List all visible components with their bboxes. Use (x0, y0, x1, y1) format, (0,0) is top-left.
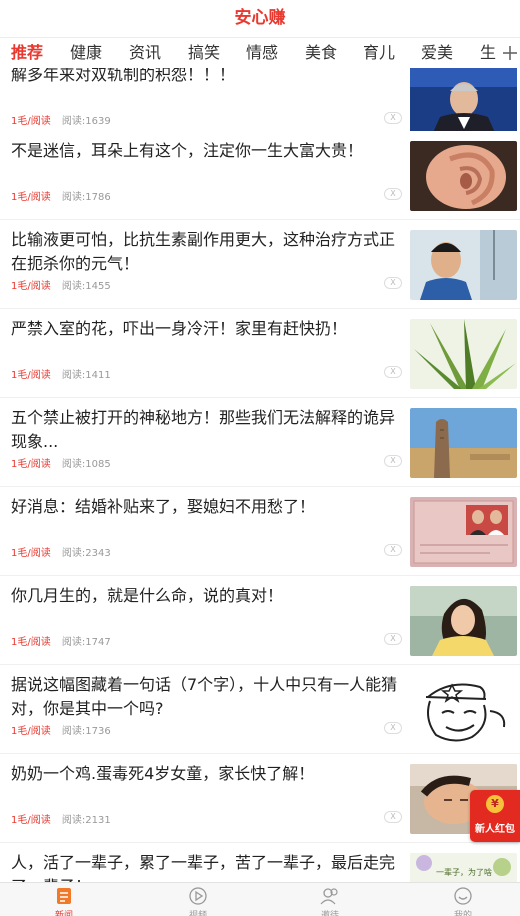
app-title: 安心赚 (234, 8, 286, 28)
plus-icon (503, 46, 517, 60)
news-thumbnail[interactable] (410, 319, 517, 389)
read-count: 阅读:2131 (61, 815, 111, 826)
dismiss-button[interactable]: X (384, 188, 402, 200)
tab-parenting[interactable]: 育儿 (363, 41, 395, 65)
tab-emotion[interactable]: 情感 (246, 41, 278, 65)
news-item[interactable]: 比输液更可怕，比抗生素副作用更大，这种治疗方式正在扼杀你的元气！ 1毛/阅读 阅… (0, 220, 520, 309)
news-headline: 不是迷信，耳朵上有这个，注定你一生大富大贵！ (11, 141, 364, 160)
read-count: 阅读:2343 (61, 548, 111, 559)
read-count: 阅读:1455 (61, 281, 111, 292)
news-thumbnail[interactable] (410, 497, 517, 567)
new-user-red-packet[interactable]: ¥ 新人红包 (470, 790, 520, 842)
news-meta: 1毛/阅读 阅读:1747 (11, 633, 111, 648)
news-meta: 1毛/阅读 阅读:1736 (11, 722, 111, 737)
tab-life[interactable]: 生 (480, 41, 496, 65)
dismiss-button[interactable]: X (384, 633, 402, 645)
read-count: 阅读:1786 (61, 192, 111, 203)
read-count: 阅读:1747 (61, 637, 111, 648)
thumb-caption-line-1: 一辈子，为了啥 (436, 867, 492, 877)
bottom-tab-label: 新闻 (54, 911, 73, 916)
profile-icon (454, 887, 472, 905)
news-meta: 1毛/阅读 阅读:1455 (11, 277, 111, 292)
bottom-tab-label: 我的 (453, 911, 472, 916)
news-icon (57, 888, 71, 904)
news-item[interactable]: 人，活了一辈子，累了一辈子，苦了一辈子，最后走完了一辈子！ 一辈子，为了啥 有人… (0, 843, 520, 882)
news-item[interactable]: 五个禁止被打开的神秘地方！那些我们无法解释的诡异现象... 1毛/阅读 阅读:1… (0, 398, 520, 487)
bottom-tab-bar: 新闻 视频 邀徒 我的 (0, 882, 520, 916)
tab-food[interactable]: 美食 (305, 41, 337, 65)
category-tabs: 推荐 健康 资讯 搞笑 情感 美食 育儿 爱美 生 (0, 38, 520, 68)
news-item[interactable]: 据说这幅图藏着一句话（7个字），十人中只有一人能猜对，你是其中一个吗? 1毛/阅… (0, 665, 520, 754)
reward-rate: 1毛/阅读 (11, 116, 51, 127)
app-header: 安心赚 (0, 0, 520, 38)
news-headline: 比输液更可怕，比抗生素副作用更大，这种治疗方式正在扼杀你的元气！ (11, 230, 396, 273)
bottom-tab-label: 视频 (188, 911, 207, 916)
read-count: 阅读:1639 (61, 116, 111, 127)
bottom-tab-invite[interactable]: 邀徒 (290, 883, 370, 916)
invite-icon (320, 888, 338, 905)
news-headline: 严禁入室的花，吓出一身冷汗！家里有赶快扔！ (11, 319, 348, 338)
read-count: 阅读:1411 (61, 370, 111, 381)
news-item[interactable]: 你几月生的，就是什么命，说的真对！ 1毛/阅读 阅读:1747 X (0, 576, 520, 665)
bottom-tab-label: 邀徒 (320, 911, 339, 916)
bottom-tab-profile[interactable]: 我的 (423, 883, 503, 916)
bottom-tab-news[interactable]: 新闻 (24, 883, 104, 916)
news-headline: 人，活了一辈子，累了一辈子，苦了一辈子，最后走完了一辈子！ (11, 853, 396, 882)
news-headline: 你几月生的，就是什么命，说的真对！ (11, 586, 284, 605)
news-headline: 解多年来对双轨制的积怨！！！ (11, 68, 236, 84)
tab-news[interactable]: 资讯 (129, 41, 161, 65)
news-feed: 解多年来对双轨制的积怨！！！ 1毛/阅读 阅读:1639 X 不是迷信，耳朵上有… (0, 68, 520, 882)
news-item[interactable]: 好消息：结婚补贴来了，娶媳妇不用愁了！ 1毛/阅读 阅读:2343 X (0, 487, 520, 576)
news-thumbnail[interactable] (410, 586, 517, 656)
add-category-button[interactable] (498, 38, 520, 68)
reward-rate: 1毛/阅读 (11, 548, 51, 559)
dismiss-button[interactable]: X (384, 112, 402, 124)
news-item[interactable]: 奶奶一个鸡.蛋毒死4岁女童，家长快了解！ 1毛/阅读 阅读:2131 X (0, 754, 520, 843)
video-icon (189, 887, 207, 905)
read-count: 阅读:1085 (61, 459, 111, 470)
news-meta: 1毛/阅读 阅读:2131 (11, 811, 111, 826)
reward-rate: 1毛/阅读 (11, 192, 51, 203)
reward-rate: 1毛/阅读 (11, 637, 51, 648)
news-meta: 1毛/阅读 阅读:1085 (11, 455, 111, 470)
bottom-tab-video[interactable]: 视频 (158, 883, 238, 916)
news-meta: 1毛/阅读 阅读:1411 (11, 366, 111, 381)
news-thumbnail[interactable] (410, 230, 517, 300)
dismiss-button[interactable]: X (384, 455, 402, 467)
news-thumbnail[interactable] (410, 141, 517, 211)
news-item[interactable]: 不是迷信，耳朵上有这个，注定你一生大富大贵！ 1毛/阅读 阅读:1786 X (0, 131, 520, 220)
news-meta: 1毛/阅读 阅读:1786 (11, 188, 111, 203)
news-thumbnail[interactable] (410, 68, 517, 135)
dismiss-button[interactable]: X (384, 544, 402, 556)
dismiss-button[interactable]: X (384, 366, 402, 378)
tab-health[interactable]: 健康 (70, 41, 102, 65)
dismiss-button[interactable]: X (384, 811, 402, 823)
coin-icon: ¥ (486, 795, 504, 813)
news-headline: 奶奶一个鸡.蛋毒死4岁女童，家长快了解！ (11, 764, 315, 783)
reward-rate: 1毛/阅读 (11, 281, 51, 292)
news-headline: 五个禁止被打开的神秘地方！那些我们无法解释的诡异现象... (11, 408, 396, 451)
news-headline: 据说这幅图藏着一句话（7个字），十人中只有一人能猜对，你是其中一个吗? (11, 675, 398, 718)
reward-rate: 1毛/阅读 (11, 726, 51, 737)
tab-funny[interactable]: 搞笑 (188, 41, 220, 65)
news-thumbnail[interactable] (410, 408, 517, 478)
read-count: 阅读:1736 (61, 726, 111, 737)
news-meta: 1毛/阅读 阅读:1639 (11, 112, 111, 127)
news-thumbnail[interactable] (410, 675, 517, 745)
reward-rate: 1毛/阅读 (11, 370, 51, 381)
dismiss-button[interactable]: X (384, 277, 402, 289)
news-item[interactable]: 严禁入室的花，吓出一身冷汗！家里有赶快扔！ 1毛/阅读 阅读:1411 X (0, 309, 520, 398)
red-packet-label: 新人红包 (475, 824, 515, 835)
news-meta: 1毛/阅读 阅读:2343 (11, 544, 111, 559)
tab-beauty[interactable]: 爱美 (421, 41, 453, 65)
reward-rate: 1毛/阅读 (11, 459, 51, 470)
reward-rate: 1毛/阅读 (11, 815, 51, 826)
news-headline: 好消息：结婚补贴来了，娶媳妇不用愁了！ (11, 497, 316, 516)
tab-recommend[interactable]: 推荐 (11, 41, 43, 65)
news-thumbnail[interactable]: 一辈子，为了啥 有人说，是为了钱 (410, 853, 517, 882)
dismiss-button[interactable]: X (384, 722, 402, 734)
